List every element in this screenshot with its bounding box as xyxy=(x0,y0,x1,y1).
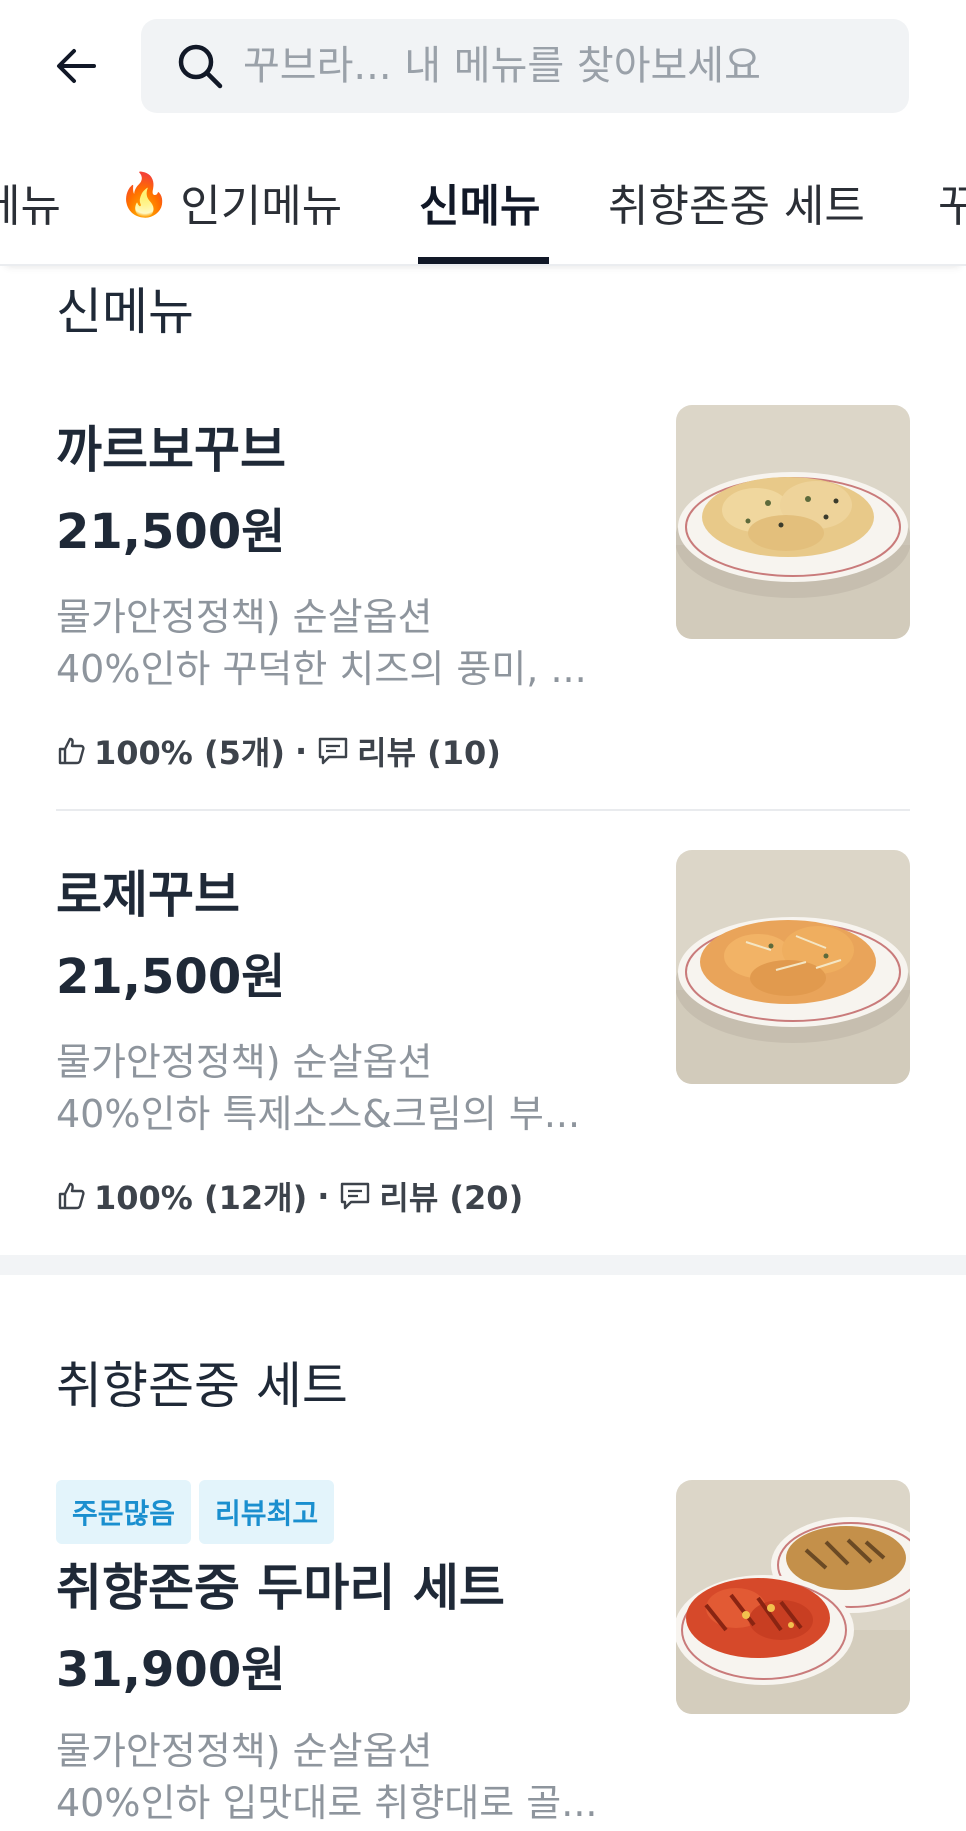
search-icon xyxy=(178,44,223,89)
active-tab-indicator xyxy=(418,257,549,264)
item-divider xyxy=(56,809,910,811)
search-input[interactable] xyxy=(243,43,863,89)
tab-next[interactable]: 꾸 xyxy=(938,150,966,264)
arrow-left-icon xyxy=(57,49,96,83)
item-badges: 주문많음 리뷰최고 xyxy=(56,1480,335,1544)
tab-taste-set[interactable]: 취향존중 세트 xyxy=(608,150,865,264)
menu-item-image-carbo xyxy=(676,405,910,639)
menu-item-stats: 100% (5개) · 리뷰 (10) xyxy=(56,728,501,774)
comment-icon xyxy=(317,736,349,766)
category-tabs: 메뉴 🔥인기메뉴 신메뉴 취향존중 세트 꾸 xyxy=(0,150,966,266)
menu-item-stats: 100% (12개) · 리뷰 (20) xyxy=(56,1173,523,1219)
top-bar xyxy=(0,0,966,130)
tab-menu[interactable]: 메뉴 xyxy=(0,150,61,264)
fire-icon: 🔥 xyxy=(118,170,171,219)
thumbs-up-icon xyxy=(56,736,86,766)
menu-item-description: 물가안정정책) 순살옵션 40%인하 입맛대로 취향대로 골... xyxy=(56,1729,598,1825)
tab-new-menu[interactable]: 신메뉴 xyxy=(419,150,540,264)
menu-item-image-set xyxy=(676,1480,910,1714)
search-bar[interactable] xyxy=(141,19,909,113)
section-separator xyxy=(0,1255,966,1275)
menu-item-image-rose xyxy=(676,850,910,1084)
badge-popular-orders: 주문많음 xyxy=(56,1480,192,1544)
section-title-taste-set: 취향존중 세트 xyxy=(56,1357,348,1415)
badge-top-review: 리뷰최고 xyxy=(199,1480,335,1544)
comment-icon xyxy=(339,1181,371,1211)
menu-item-description: 물가안정정책) 순살옵션 40%인하 꾸덕한 치즈의 풍미, ... xyxy=(56,595,587,691)
menu-item-description: 물가안정정책) 순살옵션 40%인하 특제소스&크림의 부... xyxy=(56,1040,581,1136)
menu-item-name: 로제꾸브 xyxy=(56,866,240,924)
back-button[interactable] xyxy=(48,38,104,94)
menu-item-name: 취향존중 두마리 세트 xyxy=(56,1559,505,1617)
menu-item-price: 31,900원 xyxy=(56,1642,286,1698)
menu-item-name: 까르보꾸브 xyxy=(56,421,286,479)
menu-item-price: 21,500원 xyxy=(56,949,286,1005)
tab-popular[interactable]: 🔥 인기메뉴 xyxy=(118,150,342,264)
section-title-new-menu: 신메뉴 xyxy=(56,283,194,341)
thumbs-up-icon xyxy=(56,1181,86,1211)
menu-item-price: 21,500원 xyxy=(56,504,286,560)
